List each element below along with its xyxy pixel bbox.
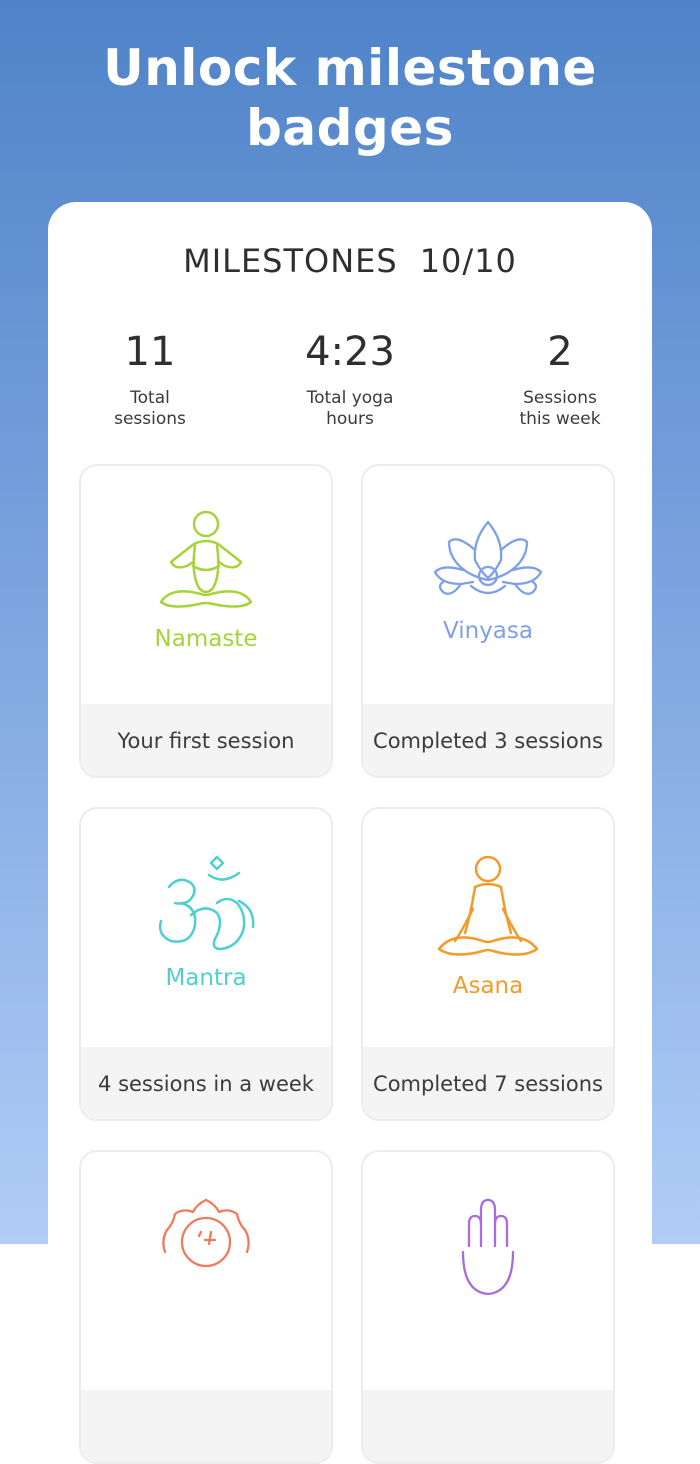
stat-label: Total yoga hours bbox=[306, 388, 394, 429]
stat-value: 11 bbox=[124, 329, 176, 375]
stat-label: Sessions this week bbox=[519, 388, 601, 429]
lotus-icon bbox=[363, 520, 613, 630]
badge-description: Completed 3 sessions bbox=[363, 704, 613, 776]
badge-description: Completed 7 sessions bbox=[363, 1047, 613, 1119]
badge-namaste[interactable]: Namaste Your first session bbox=[79, 464, 333, 778]
badge-name: Vinyasa bbox=[443, 618, 533, 644]
badge-description bbox=[81, 1390, 331, 1462]
stat-sessions-this-week: 2 Sessions this week bbox=[460, 326, 660, 430]
stat-total-yoga-hours: 4:23 Total yoga hours bbox=[250, 326, 450, 430]
milestones-header: MILESTONES 10/10 bbox=[48, 242, 652, 280]
badge-name: Asana bbox=[452, 973, 524, 999]
badge-description bbox=[363, 1390, 613, 1462]
hamsa-hand-icon bbox=[363, 1196, 613, 1306]
milestones-count: 10/10 bbox=[419, 242, 517, 280]
badge-name: Mantra bbox=[165, 965, 247, 991]
stat-label: Total sessions bbox=[114, 388, 186, 429]
badge-name: Namaste bbox=[154, 626, 258, 652]
meditating-person-icon bbox=[363, 853, 613, 963]
stat-total-sessions: 11 Total sessions bbox=[50, 326, 250, 430]
om-icon bbox=[81, 855, 331, 965]
milestones-title: MILESTONES bbox=[183, 242, 398, 280]
badge-asana[interactable]: Asana Completed 7 sessions bbox=[361, 807, 615, 1121]
badge-vinyasa[interactable]: Vinyasa Completed 3 sessions bbox=[361, 464, 615, 778]
milestones-card[interactable]: MILESTONES 10/10 11 Total sessions 4:23 T… bbox=[48, 202, 652, 1464]
badge-mandala[interactable] bbox=[79, 1150, 333, 1464]
stat-value: 2 bbox=[547, 329, 573, 375]
badge-hamsa[interactable] bbox=[361, 1150, 615, 1464]
mandala-icon bbox=[81, 1196, 331, 1306]
headline: Unlock milestone badges bbox=[103, 39, 597, 157]
meditating-person-icon bbox=[81, 504, 331, 614]
badge-description: 4 sessions in a week bbox=[81, 1047, 331, 1119]
badge-mantra[interactable]: Mantra 4 sessions in a week bbox=[79, 807, 333, 1121]
badge-description: Your first session bbox=[81, 704, 331, 776]
stat-value: 4:23 bbox=[305, 329, 395, 375]
